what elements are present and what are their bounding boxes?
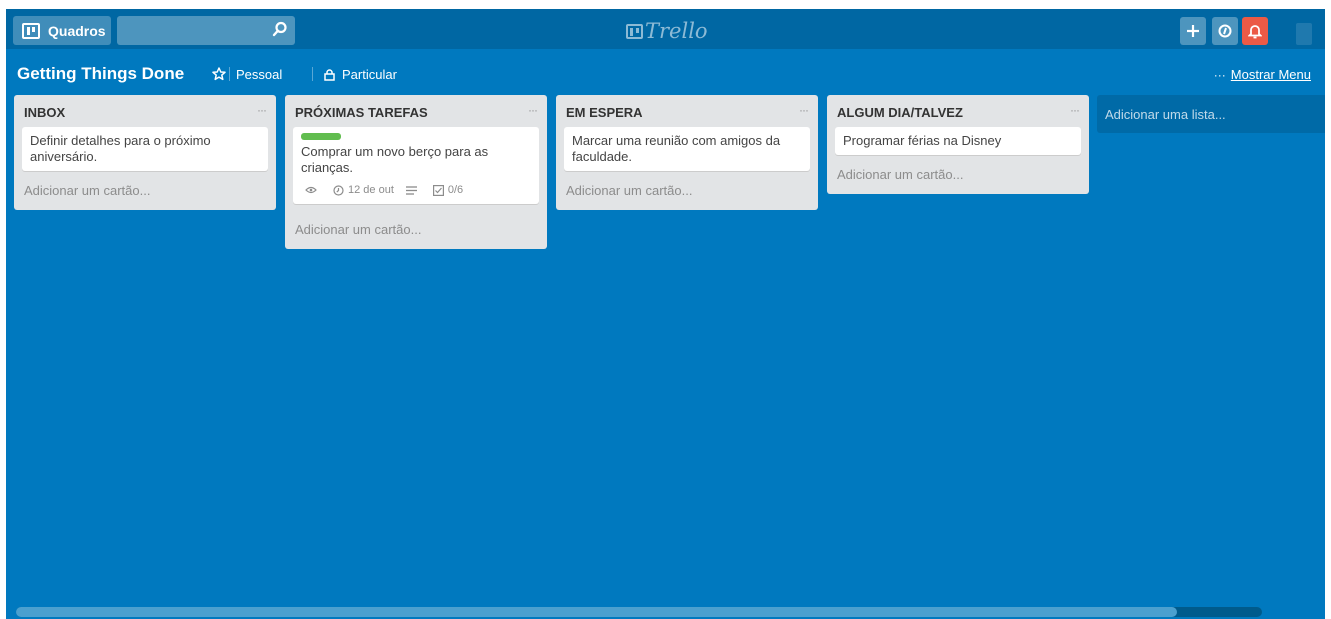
show-menu-button[interactable]: ··· Mostrar Menu: [1214, 67, 1311, 82]
card-title: Comprar um novo berço para as crianças.: [301, 144, 489, 175]
card[interactable]: Definir detalhes para o próximo aniversá…: [22, 127, 268, 171]
list-menu-icon[interactable]: ···: [257, 103, 267, 117]
add-button[interactable]: [1180, 17, 1206, 45]
list-inbox: INBOX ··· Definir detalhes para o próxim…: [14, 95, 276, 210]
lock-icon: [324, 68, 335, 81]
card-title: Programar férias na Disney: [843, 133, 1002, 148]
card-title: Definir detalhes para o próximo aniversá…: [30, 133, 211, 164]
boards-button[interactable]: Quadros: [13, 16, 111, 45]
card-badges: 12 de out 0/6: [301, 182, 531, 198]
trello-logo-icon: [626, 23, 643, 39]
header-divider: [312, 67, 313, 81]
scrollbar-thumb[interactable]: [16, 607, 1177, 617]
trello-app: Quadros Trello Getting Things Done Pesso…: [6, 9, 1325, 619]
list-header[interactable]: EM ESPERA ···: [556, 95, 818, 127]
list-proximas-tarefas: PRÓXIMAS TAREFAS ··· Comprar um novo ber…: [285, 95, 547, 249]
add-card-button[interactable]: Adicionar um cartão...: [827, 163, 1089, 194]
show-menu-label: Mostrar Menu: [1230, 67, 1311, 82]
privacy-button[interactable]: Particular: [324, 67, 397, 82]
avatar[interactable]: [1296, 23, 1312, 45]
checklist-icon: [432, 184, 444, 196]
add-card-button[interactable]: Adicionar um cartão...: [14, 179, 276, 210]
list-name[interactable]: EM ESPERA: [566, 105, 643, 120]
board-header: Getting Things Done Pessoal Particular ·…: [6, 49, 1325, 93]
privacy-label: Particular: [342, 67, 397, 82]
list-menu-icon[interactable]: ···: [1070, 103, 1080, 117]
due-date-badge[interactable]: 12 de out: [333, 182, 394, 198]
top-bar: Quadros Trello: [6, 9, 1325, 49]
add-list-button[interactable]: Adicionar uma lista...: [1097, 95, 1325, 133]
search-input[interactable]: [117, 16, 295, 45]
list-name[interactable]: PRÓXIMAS TAREFAS: [295, 105, 428, 120]
watch-badge: [305, 186, 321, 194]
menu-dots-icon: ···: [1213, 67, 1226, 82]
checklist-badge: 0/6: [432, 182, 464, 198]
boards-label: Quadros: [48, 22, 106, 39]
card-title: Marcar uma reunião com amigos da faculda…: [572, 133, 781, 164]
add-card-button[interactable]: Adicionar um cartão...: [285, 212, 547, 249]
search-icon[interactable]: [272, 21, 288, 37]
list-menu-icon[interactable]: ···: [799, 103, 809, 117]
list-header[interactable]: PRÓXIMAS TAREFAS ···: [285, 95, 547, 127]
clock-icon: [333, 184, 344, 196]
board-icon: [22, 22, 40, 39]
card[interactable]: Programar férias na Disney: [835, 127, 1081, 155]
description-icon: [405, 185, 417, 195]
eye-icon: [305, 186, 317, 194]
checklist-count: 0/6: [447, 184, 464, 196]
list-algum-dia-talvez: ALGUM DIA/TALVEZ ··· Programar férias na…: [827, 95, 1089, 194]
info-icon: [1218, 24, 1232, 38]
card[interactable]: Comprar um novo berço para as crianças. …: [293, 127, 539, 204]
card-label-green[interactable]: [301, 133, 341, 140]
list-menu-icon[interactable]: ···: [528, 103, 538, 117]
list-name[interactable]: ALGUM DIA/TALVEZ: [837, 105, 963, 120]
logo-text: Trello: [645, 19, 708, 43]
notifications-button[interactable]: [1242, 17, 1268, 45]
header-divider: [229, 67, 230, 81]
trello-logo[interactable]: Trello: [626, 19, 708, 43]
card[interactable]: Marcar uma reunião com amigos da faculda…: [564, 127, 810, 171]
list-header[interactable]: ALGUM DIA/TALVEZ ···: [827, 95, 1089, 127]
due-date: 12 de out: [348, 184, 394, 196]
board-title[interactable]: Getting Things Done: [17, 64, 184, 84]
bell-icon: [1248, 24, 1262, 38]
team-link[interactable]: Pessoal: [236, 67, 282, 82]
star-icon[interactable]: [212, 67, 226, 81]
list-header[interactable]: INBOX ···: [14, 95, 276, 127]
info-button[interactable]: [1212, 17, 1238, 45]
list-name[interactable]: INBOX: [24, 105, 65, 120]
plus-icon: [1187, 25, 1199, 37]
description-badge: [405, 185, 421, 195]
list-em-espera: EM ESPERA ··· Marcar uma reunião com ami…: [556, 95, 818, 210]
add-card-button[interactable]: Adicionar um cartão...: [556, 179, 818, 210]
